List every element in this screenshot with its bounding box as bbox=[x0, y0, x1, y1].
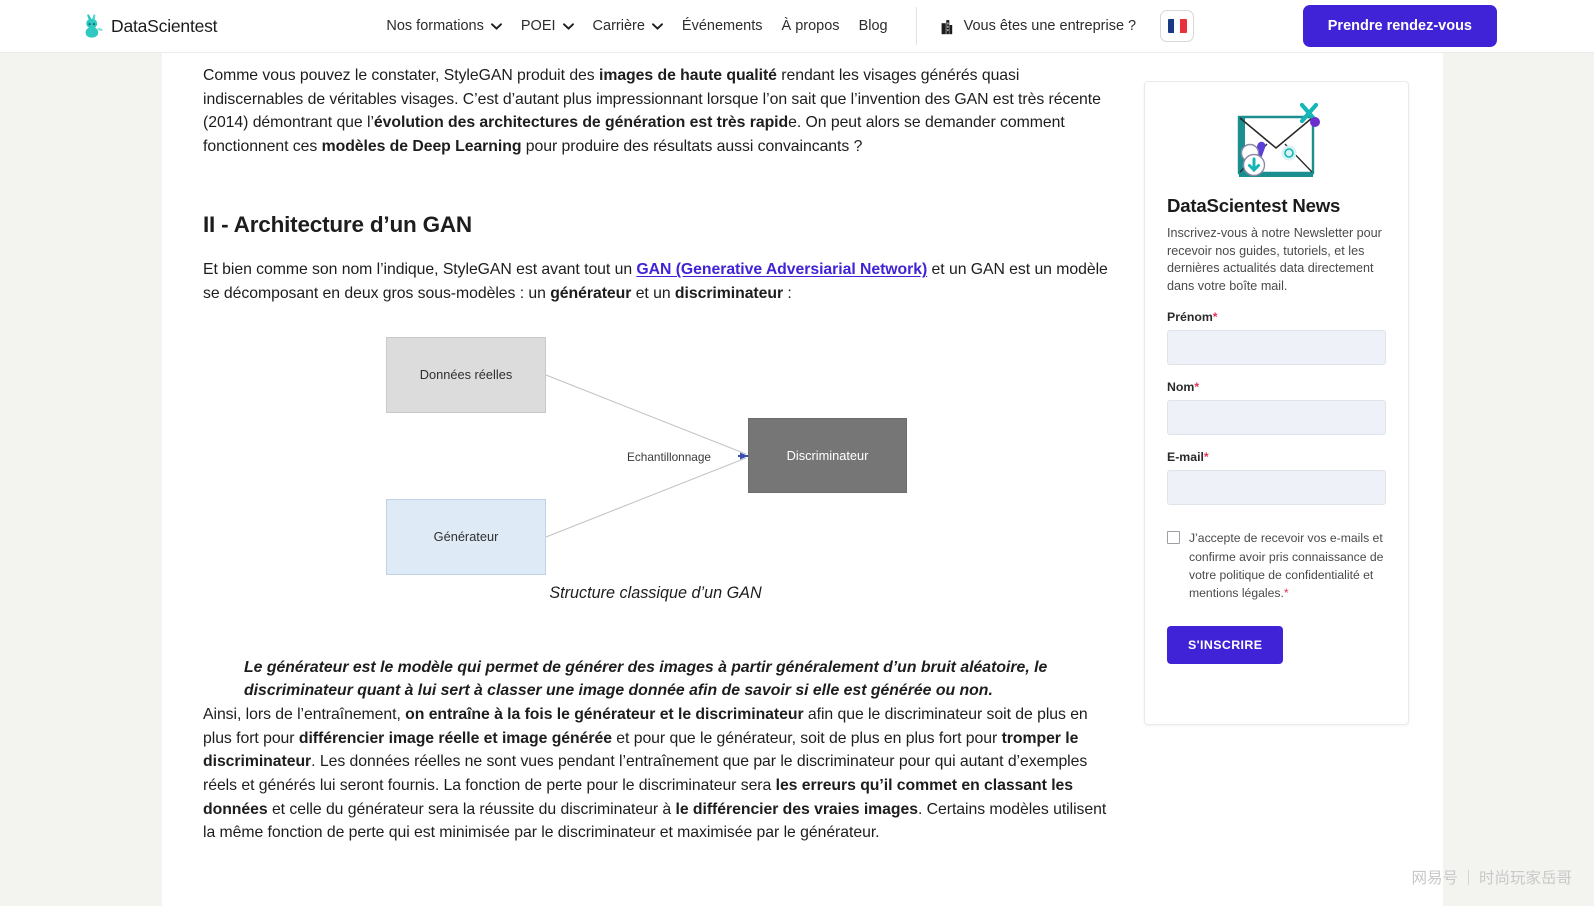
language-selector[interactable] bbox=[1160, 10, 1195, 42]
required-marker: * bbox=[1203, 450, 1209, 465]
paragraph-training: Ainsi, lors de l’entraînement, on entraî… bbox=[203, 703, 1108, 845]
chevron-down-icon bbox=[562, 22, 574, 30]
diagram-node-discriminateur: Discriminateur bbox=[748, 417, 907, 493]
newsletter-title: DataScientest News bbox=[1167, 195, 1341, 216]
email-label: E-mail* bbox=[1167, 450, 1386, 464]
nom-label-text: Nom bbox=[1167, 380, 1195, 395]
nav-item-nos-formations[interactable]: Nos formations bbox=[386, 18, 502, 34]
site-logo[interactable]: DataScientest bbox=[83, 14, 218, 38]
chevron-down-icon bbox=[490, 22, 502, 30]
book-appointment-button[interactable]: Prendre rendez-vous bbox=[1302, 5, 1497, 47]
subscribe-button[interactable]: S'INSCRIRE bbox=[1167, 625, 1284, 664]
body-text: et pour que le générateur, soit de plus … bbox=[611, 729, 1002, 747]
nom-input[interactable] bbox=[1167, 400, 1386, 436]
diagram-edge-label: Echantillonnage bbox=[627, 449, 711, 464]
datascientest-rabbit-logo-icon bbox=[83, 14, 104, 38]
emphasis-text: on entraîne à la fois le générateur et l… bbox=[405, 706, 804, 724]
emphasis-text: discriminateur bbox=[674, 284, 784, 302]
node-label: Discriminateur bbox=[786, 447, 869, 463]
email-label-text: E-mail bbox=[1167, 450, 1204, 465]
figure-caption: Structure classique d’un GAN bbox=[549, 583, 762, 602]
nav-item-a-propos[interactable]: À propos bbox=[782, 18, 840, 34]
content-sheet: Comme vous pouvez le constater, StyleGAN… bbox=[162, 53, 1443, 906]
node-label: Générateur bbox=[433, 529, 499, 545]
section-heading: II - Architecture d’un GAN bbox=[203, 212, 472, 238]
nav-item-blog[interactable]: Blog bbox=[859, 18, 888, 34]
node-label: Données réelles bbox=[419, 367, 513, 383]
email-input[interactable] bbox=[1167, 470, 1386, 506]
enterprise-label: Vous êtes une entreprise ? bbox=[963, 18, 1137, 34]
prenom-input[interactable] bbox=[1167, 330, 1386, 366]
body-text: et un bbox=[631, 284, 675, 302]
newsletter-widget: DataScientest News Inscrivez-vous à notr… bbox=[1144, 81, 1409, 725]
required-marker: * bbox=[1283, 586, 1289, 601]
header-divider bbox=[915, 7, 917, 45]
body-text: pour produire des résultats aussi convai… bbox=[521, 137, 863, 155]
consent-text: J’accepte de recevoir vos e-mails et con… bbox=[1189, 529, 1386, 602]
consent-checkbox[interactable] bbox=[1167, 531, 1180, 545]
paragraph-gan-definition: Et bien comme son nom l’indique, StyleGA… bbox=[203, 258, 1108, 305]
emphasis-text: évolution des architectures de génératio… bbox=[373, 114, 789, 132]
paragraph-quote: Le générateur est le modèle qui permet d… bbox=[244, 658, 1048, 700]
diagram-node-generateur: Générateur bbox=[386, 498, 546, 575]
required-marker: * bbox=[1194, 380, 1200, 395]
watermark-author: 时尚玩家岳哥 bbox=[1478, 869, 1572, 887]
watermark-brand: 网易号 bbox=[1411, 869, 1458, 887]
nav-item-carriere[interactable]: Carrière bbox=[593, 18, 663, 34]
page-background: Comme vous pouvez le constater, StyleGAN… bbox=[0, 53, 1594, 906]
main-navigation: Nos formations POEI Carrière Événements … bbox=[386, 18, 887, 34]
emphasis-text: modèles de Deep Learning bbox=[321, 137, 522, 155]
nom-label: Nom* bbox=[1167, 380, 1386, 394]
gan-diagram: Données réelles Générateur Discriminateu… bbox=[386, 332, 909, 584]
prenom-label-text: Prénom bbox=[1167, 310, 1213, 325]
emphasis-text: différencier image réelle et image génér… bbox=[298, 729, 612, 747]
emphasis-text: le différencier des vraies images bbox=[675, 800, 919, 818]
emphasis-text: images de haute qualité bbox=[598, 67, 777, 84]
paragraph-intro: Comme vous pouvez le constater, StyleGAN… bbox=[203, 64, 1108, 158]
building-icon bbox=[939, 18, 955, 35]
body-text: Et bien comme son nom l’indique, StyleGA… bbox=[203, 261, 637, 279]
nav-label: POEI bbox=[520, 18, 556, 34]
watermark: 网易号 时尚玩家岳哥 bbox=[1411, 866, 1572, 888]
consent-row: J’accepte de recevoir vos e-mails et con… bbox=[1167, 529, 1386, 602]
article-body: Comme vous pouvez le constater, StyleGAN… bbox=[203, 53, 1108, 845]
nav-label: À propos bbox=[781, 18, 840, 34]
emphasis-text: générateur bbox=[550, 284, 632, 302]
french-flag-icon bbox=[1167, 19, 1187, 33]
site-header: DataScientest Nos formations POEI Carriè… bbox=[0, 0, 1594, 53]
prenom-label: Prénom* bbox=[1167, 310, 1386, 324]
body-text: et celle du générateur sera la réussite … bbox=[267, 800, 676, 818]
nav-label: Événements bbox=[681, 18, 763, 34]
nav-label: Nos formations bbox=[386, 18, 484, 34]
inline-link[interactable]: GAN (Generative Adversiarial Network) bbox=[636, 261, 927, 278]
body-text: Comme vous pouvez le constater, StyleGAN… bbox=[203, 67, 599, 84]
chevron-down-icon bbox=[651, 22, 663, 30]
logo-label: DataScientest bbox=[111, 15, 218, 36]
required-marker: * bbox=[1212, 310, 1218, 325]
nav-item-poei[interactable]: POEI bbox=[521, 18, 574, 34]
enterprise-link[interactable]: Vous êtes une entreprise ? bbox=[939, 18, 1137, 35]
nav-label: Blog bbox=[858, 18, 888, 34]
watermark-separator bbox=[1467, 869, 1469, 885]
body-text: : bbox=[783, 284, 792, 302]
nav-item-evenements[interactable]: Événements bbox=[682, 18, 763, 34]
newsletter-description: Inscrivez-vous à notre Newsletter pour r… bbox=[1167, 226, 1382, 293]
newsletter-envelope-icon bbox=[1167, 101, 1386, 183]
body-text: Ainsi, lors de l’entraînement, bbox=[203, 706, 406, 724]
diagram-node-donnees-reelles: Données réelles bbox=[386, 336, 546, 413]
nav-label: Carrière bbox=[592, 18, 645, 34]
gan-figure: Données réelles Générateur Discriminateu… bbox=[203, 332, 1108, 622]
